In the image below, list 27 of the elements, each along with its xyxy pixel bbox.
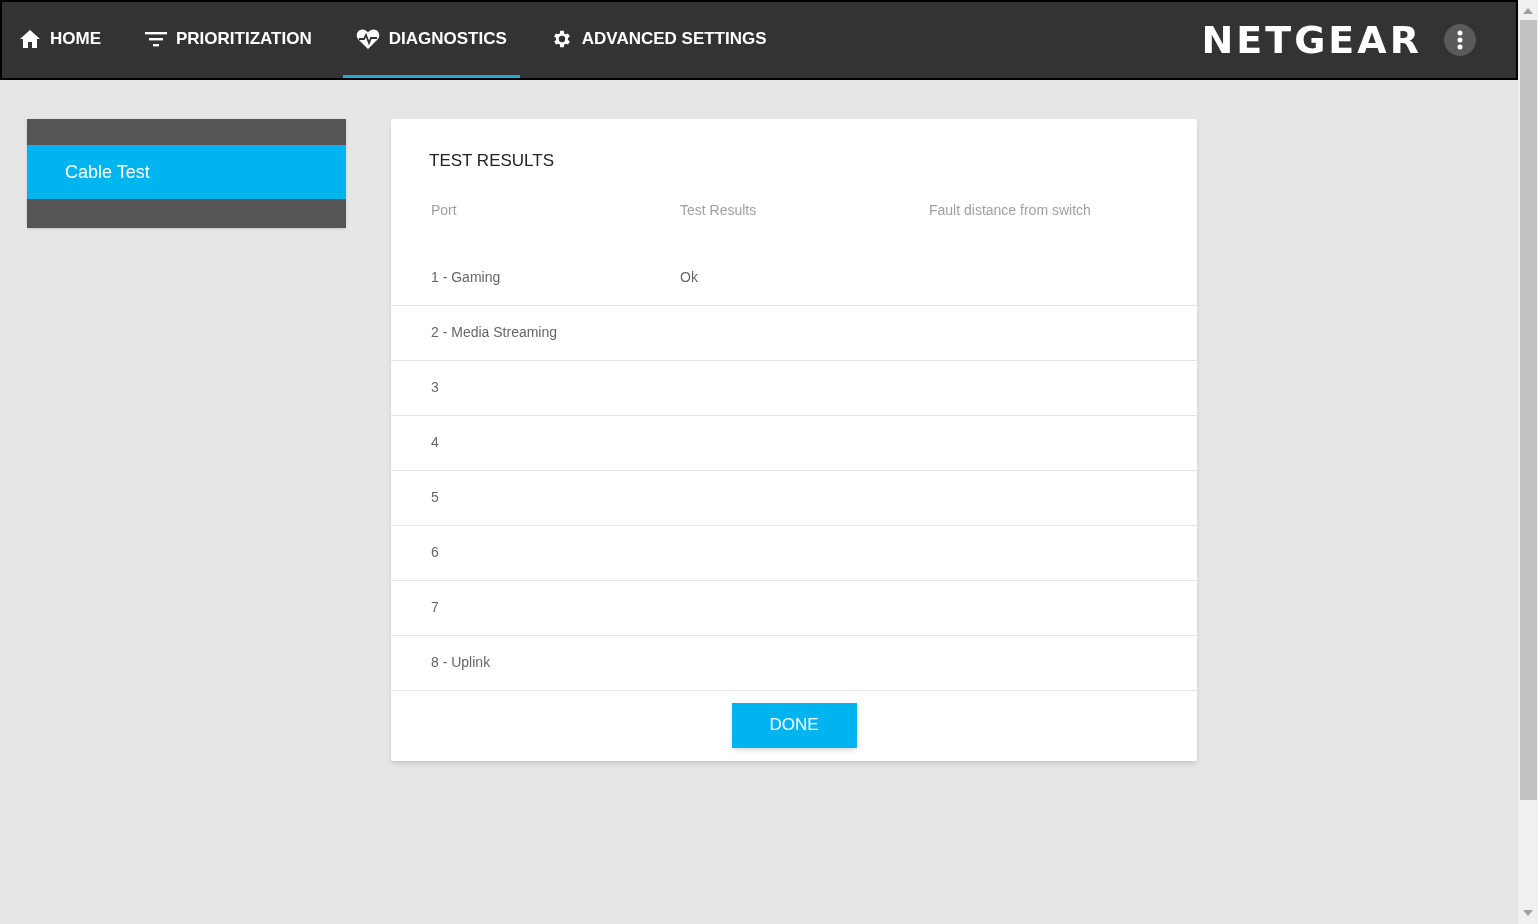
column-header: Port xyxy=(431,200,457,220)
more-icon xyxy=(1457,30,1463,50)
nav-tab[interactable]: DIAGNOSTICS xyxy=(342,2,520,78)
scrollbar-thumb[interactable] xyxy=(1519,20,1537,800)
nav-tab[interactable]: ADVANCED SETTINGS xyxy=(537,2,780,78)
table-cell-text: 3 xyxy=(431,378,439,397)
column-header: Fault distance from switch xyxy=(929,200,1091,220)
nav-tab[interactable]: PRIORITIZATION xyxy=(132,2,325,78)
table-cell-text: 1 - Gaming xyxy=(431,268,501,287)
home-icon xyxy=(19,28,41,49)
table-cell-text: 2 - Media Streaming xyxy=(431,323,558,342)
logo: NETGEAR xyxy=(1201,16,1422,64)
table-cell-text: 4 xyxy=(431,433,439,452)
more-options-button[interactable] xyxy=(1444,24,1476,56)
table-cell-text: 7 xyxy=(431,598,439,617)
scroll-down-arrow-icon xyxy=(1523,910,1533,916)
table-cell-text: Ok xyxy=(680,268,698,287)
column-header: Test Results xyxy=(680,200,757,220)
filter-icon xyxy=(145,30,167,47)
heartbeat-icon xyxy=(355,27,380,50)
scrollbar[interactable] xyxy=(1518,0,1538,924)
card-title: TEST RESULTS xyxy=(428,150,555,172)
table-cell-text: 5 xyxy=(431,488,439,507)
scroll-up-arrow-icon xyxy=(1523,8,1533,14)
nav-tab[interactable]: HOME xyxy=(6,2,114,78)
table-cell-text: 6 xyxy=(431,543,439,562)
table-cell-text: 8 - Uplink xyxy=(431,653,491,672)
